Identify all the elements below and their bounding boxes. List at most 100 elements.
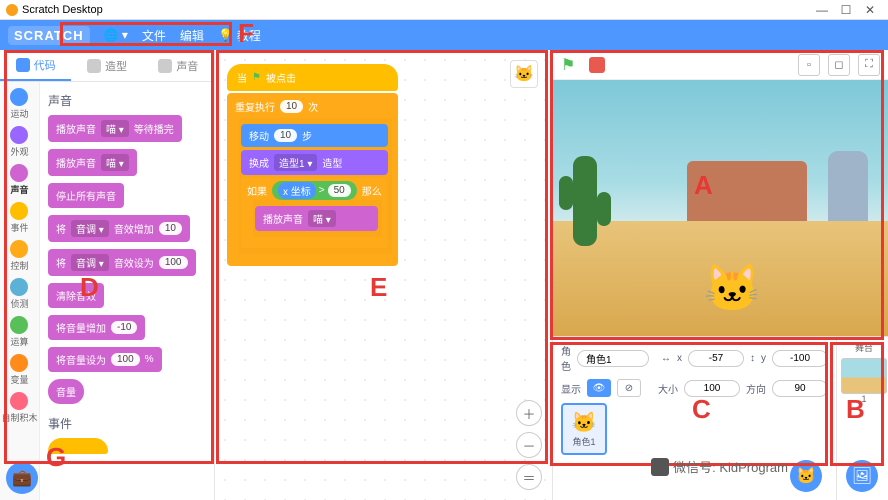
- block-set-sound-effect[interactable]: 将音调 ▾音效设为100: [48, 249, 196, 276]
- green-flag-button[interactable]: ⚑: [561, 55, 581, 75]
- window-titlebar: Scratch Desktop — ☐ ✕: [0, 0, 888, 20]
- block-palette: 声音 播放声音喵 ▾等待播完 播放声音喵 ▾ 停止所有声音 将音调 ▾音效增加1…: [40, 82, 214, 500]
- stage-small-button[interactable]: ▫: [798, 54, 820, 76]
- category-声音[interactable]: 声音: [10, 164, 28, 196]
- watermark: 微信号: KidProgram: [651, 457, 788, 476]
- direction-label: 方向: [746, 381, 766, 396]
- size-label: 大小: [658, 381, 678, 396]
- category-事件[interactable]: 事件: [10, 202, 28, 234]
- bool-gt[interactable]: x 坐标>50: [272, 181, 357, 200]
- block-event-hat[interactable]: [48, 438, 108, 454]
- category-自制积木[interactable]: 自制积木: [1, 392, 37, 424]
- category-运动[interactable]: 运动: [10, 88, 28, 120]
- show-button[interactable]: 👁: [587, 379, 611, 397]
- block-switch-costume[interactable]: 换成造型1 ▾造型: [241, 150, 388, 175]
- stop-button[interactable]: [589, 57, 605, 73]
- script-stack[interactable]: 当⚑被点击 重复执行10次 移动10步 换成造型1 ▾造型 如果x 坐标>50那…: [227, 64, 398, 266]
- block-clear-sound-effects[interactable]: 清除音效: [48, 283, 104, 308]
- script-workspace[interactable]: 🐱 当⚑被点击 重复执行10次 移动10步 换成造型1 ▾造型 如果x 坐标>5…: [215, 50, 552, 500]
- block-play-sound-until-done[interactable]: 播放声音喵 ▾等待播完: [48, 115, 182, 142]
- stage-thumbnail[interactable]: [841, 358, 887, 394]
- costumes-icon: [87, 59, 101, 73]
- palette-section-events: 事件: [48, 415, 206, 432]
- block-set-volume[interactable]: 将音量设为100%: [48, 347, 162, 372]
- flag-icon: ⚑: [252, 72, 261, 83]
- globe-icon: 🌐 ▾: [104, 28, 128, 42]
- sprite-list: 🐱 角色1: [561, 403, 828, 455]
- category-dot: [10, 126, 28, 144]
- sprite-y-input[interactable]: [772, 350, 828, 367]
- sprite-name-label: 角色: [561, 343, 571, 373]
- scratch-logo: SCRATCH: [8, 26, 90, 45]
- tutorials-menu[interactable]: 💡 教程: [218, 27, 261, 44]
- tab-sounds[interactable]: 声音: [143, 50, 214, 81]
- edit-menu[interactable]: 编辑: [180, 27, 204, 44]
- block-change-volume[interactable]: 将音量增加-10: [48, 315, 145, 340]
- category-dot: [10, 316, 28, 334]
- block-when-flag-clicked[interactable]: 当⚑被点击: [227, 64, 398, 91]
- category-运算[interactable]: 运算: [10, 316, 28, 348]
- maximize-button[interactable]: ☐: [834, 3, 858, 17]
- sprite-size-input[interactable]: [684, 380, 740, 397]
- block-play-sound-inner[interactable]: 播放声音喵 ▾: [255, 206, 378, 231]
- category-dot: [10, 354, 28, 372]
- category-dot: [10, 202, 28, 220]
- sprite-card-1[interactable]: 🐱 角色1: [561, 403, 607, 455]
- minimize-button[interactable]: —: [810, 3, 834, 17]
- palette-section-sound: 声音: [48, 92, 206, 109]
- tutorials-label: 教程: [237, 27, 261, 44]
- block-stop-all-sounds[interactable]: 停止所有声音: [48, 183, 124, 208]
- add-sprite-button[interactable]: 🐱: [790, 460, 822, 492]
- category-list: 运动外观声音事件控制侦测运算变量自制积木: [0, 82, 40, 500]
- block-if[interactable]: 如果x 坐标>50那么 播放声音喵 ▾: [241, 178, 388, 248]
- sprite-direction-input[interactable]: [772, 380, 828, 397]
- backdrop-rock: [828, 151, 868, 221]
- category-dot: [10, 278, 28, 296]
- workspace-sprite-thumb: 🐱: [510, 60, 538, 88]
- block-repeat[interactable]: 重复执行10次 移动10步 换成造型1 ▾造型 如果x 坐标>50那么 播放声音…: [227, 93, 398, 266]
- cat-icon: 🐱: [572, 410, 597, 435]
- sprite-cat[interactable]: 🐱: [704, 261, 761, 316]
- sprite-name-input[interactable]: [577, 350, 649, 367]
- app-icon: [6, 4, 18, 16]
- category-dot: [10, 392, 28, 410]
- language-menu[interactable]: 🌐 ▾: [104, 28, 128, 42]
- tab-code[interactable]: 代码: [0, 50, 71, 81]
- block-change-sound-effect[interactable]: 将音调 ▾音效增加10: [48, 215, 190, 242]
- close-button[interactable]: ✕: [858, 3, 882, 17]
- sounds-icon: [158, 59, 172, 73]
- block-play-sound[interactable]: 播放声音喵 ▾: [48, 149, 137, 176]
- zoom-controls: ＋ － ＝: [516, 400, 542, 490]
- wechat-icon: [651, 458, 669, 476]
- stage-label: 舞台: [855, 341, 873, 354]
- category-dot: [10, 164, 28, 182]
- add-backdrop-button[interactable]: 🖼: [846, 460, 878, 492]
- fullscreen-button[interactable]: ⛶: [858, 54, 880, 76]
- window-title: Scratch Desktop: [22, 4, 103, 16]
- backdrop-count: 1: [861, 394, 866, 404]
- backdrop-mesa: [687, 161, 807, 221]
- zoom-out-button[interactable]: －: [516, 432, 542, 458]
- block-volume-reporter[interactable]: 音量: [48, 379, 84, 404]
- backpack-button[interactable]: 💼: [6, 462, 38, 494]
- blocks-panel: 代码 造型 声音 运动外观声音事件控制侦测运算变量自制积木 声音 播放声音喵 ▾…: [0, 50, 215, 500]
- stage-header: ⚑ ▫ ◻ ⛶: [553, 50, 888, 80]
- hide-button[interactable]: ⊘: [617, 379, 641, 397]
- category-外观[interactable]: 外观: [10, 126, 28, 158]
- file-menu[interactable]: 文件: [142, 27, 166, 44]
- code-icon: [16, 58, 30, 72]
- sprite-x-input[interactable]: [688, 350, 744, 367]
- tab-costumes[interactable]: 造型: [71, 50, 142, 81]
- category-dot: [10, 88, 28, 106]
- show-label: 显示: [561, 381, 581, 396]
- category-侦测[interactable]: 侦测: [10, 278, 28, 310]
- zoom-reset-button[interactable]: ＝: [516, 464, 542, 490]
- block-move-steps[interactable]: 移动10步: [241, 124, 388, 147]
- stage[interactable]: 🐱: [553, 80, 888, 336]
- category-控制[interactable]: 控制: [10, 240, 28, 272]
- zoom-in-button[interactable]: ＋: [516, 400, 542, 426]
- category-变量[interactable]: 变量: [10, 354, 28, 386]
- stage-large-button[interactable]: ◻: [828, 54, 850, 76]
- stage-panel: ⚑ ▫ ◻ ⛶ 🐱 角色 ↔x ↕y: [552, 50, 888, 500]
- category-dot: [10, 240, 28, 258]
